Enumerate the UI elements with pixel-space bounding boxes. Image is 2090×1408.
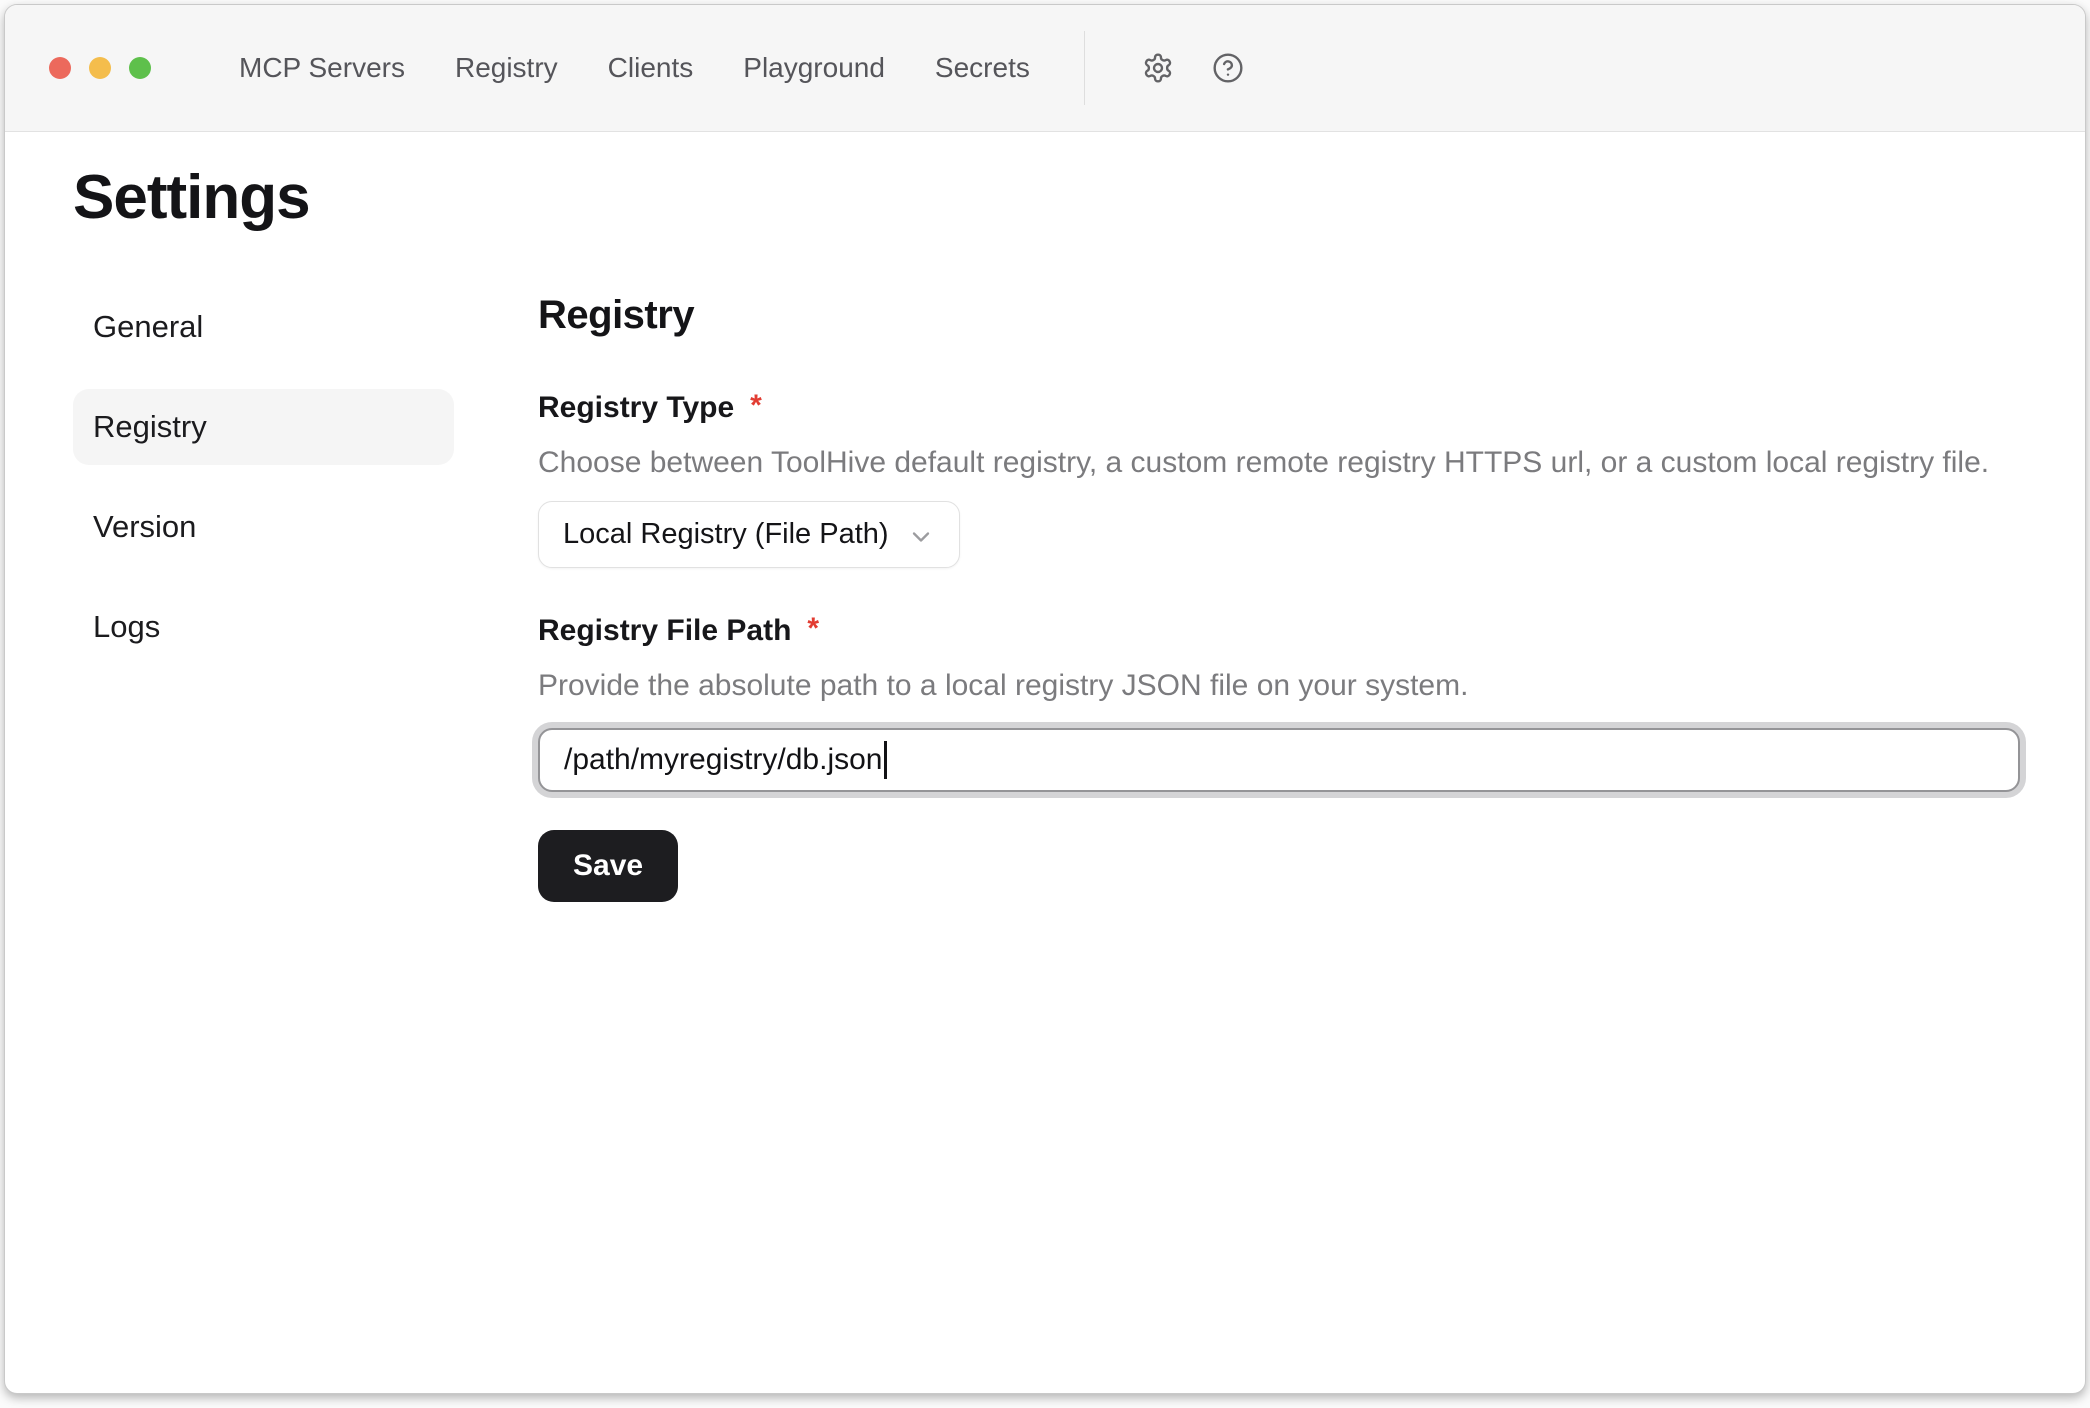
close-window-button[interactable] bbox=[49, 57, 71, 79]
traffic-lights bbox=[49, 57, 151, 79]
nav-item-playground[interactable]: Playground bbox=[743, 52, 885, 84]
nav-item-mcp-servers[interactable]: MCP Servers bbox=[239, 52, 405, 84]
registry-type-label: Registry Type bbox=[538, 389, 734, 427]
settings-sidebar: General Registry Version Logs bbox=[73, 289, 454, 902]
text-caret bbox=[884, 741, 887, 779]
registry-file-path-required-asterisk: * bbox=[807, 612, 819, 645]
app-window: MCP Servers Registry Clients Playground … bbox=[4, 4, 2086, 1394]
titlebar: MCP Servers Registry Clients Playground … bbox=[5, 5, 2085, 132]
registry-file-path-value: /path/myregistry/db.json bbox=[564, 743, 882, 777]
minimize-window-button[interactable] bbox=[89, 57, 111, 79]
registry-type-required-asterisk: * bbox=[750, 389, 762, 422]
settings-gear-button[interactable] bbox=[1135, 45, 1181, 91]
gear-icon bbox=[1142, 52, 1174, 84]
nav-item-clients[interactable]: Clients bbox=[608, 52, 694, 84]
registry-file-path-label: Registry File Path bbox=[538, 612, 791, 650]
registry-type-description: Choose between ToolHive default registry… bbox=[538, 444, 2020, 482]
registry-file-path-input[interactable]: /path/myregistry/db.json bbox=[538, 728, 2020, 792]
zoom-window-button[interactable] bbox=[129, 57, 151, 79]
section-heading: Registry bbox=[538, 291, 2020, 339]
settings-page: Settings General Registry Version Logs R… bbox=[5, 132, 2085, 1393]
chevron-down-icon bbox=[907, 523, 935, 551]
titlebar-divider bbox=[1084, 31, 1085, 105]
registry-type-selected-value: Local Registry (File Path) bbox=[563, 518, 889, 551]
nav-item-registry[interactable]: Registry bbox=[455, 52, 558, 84]
sidebar-item-version[interactable]: Version bbox=[73, 489, 454, 565]
sidebar-item-general[interactable]: General bbox=[73, 289, 454, 365]
page-title: Settings bbox=[73, 162, 2085, 233]
sidebar-item-logs[interactable]: Logs bbox=[73, 589, 454, 665]
nav-item-secrets[interactable]: Secrets bbox=[935, 52, 1030, 84]
registry-type-select[interactable]: Local Registry (File Path) bbox=[538, 501, 960, 568]
sidebar-item-registry[interactable]: Registry bbox=[73, 389, 454, 465]
save-button[interactable]: Save bbox=[538, 830, 678, 902]
registry-settings-panel: Registry Registry Type * Choose between … bbox=[538, 291, 2020, 902]
help-button[interactable] bbox=[1205, 45, 1251, 91]
main-nav: MCP Servers Registry Clients Playground … bbox=[239, 52, 1030, 84]
registry-file-path-description: Provide the absolute path to a local reg… bbox=[538, 667, 2020, 705]
question-mark-circle-icon bbox=[1212, 52, 1244, 84]
